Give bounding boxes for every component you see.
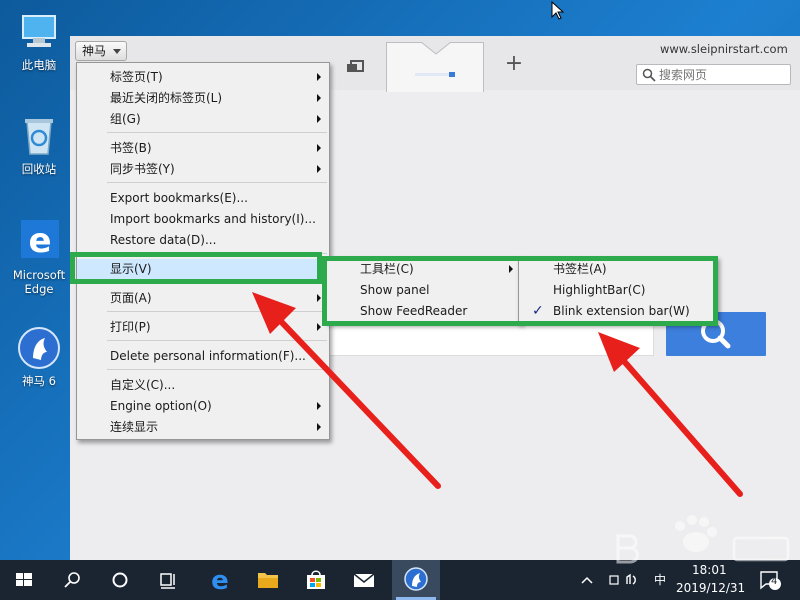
task-view-icon bbox=[160, 573, 175, 589]
clock-date[interactable]: 2019/12/31 bbox=[676, 581, 745, 595]
taskbar: e 中 18:01 2019/12/31 4 bbox=[0, 560, 800, 600]
taskbar-mail-button[interactable] bbox=[340, 560, 388, 600]
windows-logo-icon bbox=[16, 573, 32, 586]
mail-icon bbox=[353, 573, 375, 587]
notification-icon bbox=[760, 571, 781, 590]
search-icon bbox=[64, 572, 80, 588]
cortana-button[interactable] bbox=[96, 560, 144, 600]
notification-center-button[interactable]: 4 bbox=[758, 570, 782, 590]
taskbar-search-button[interactable] bbox=[48, 560, 96, 600]
clock-time[interactable]: 18:01 bbox=[692, 563, 727, 577]
task-view-button[interactable] bbox=[144, 560, 192, 600]
annotation-arrows bbox=[252, 292, 743, 497]
taskbar-sleipnir-button[interactable] bbox=[392, 560, 440, 600]
system-tray-icons bbox=[581, 573, 636, 585]
svg-text:e: e bbox=[211, 566, 229, 596]
taskbar-file-explorer-button[interactable] bbox=[244, 560, 292, 600]
sleipnir-icon bbox=[396, 567, 436, 600]
input-method-indicator[interactable]: 中 bbox=[654, 571, 666, 588]
red-arrow-icon bbox=[252, 292, 441, 489]
taskbar-store-button[interactable] bbox=[292, 560, 340, 600]
folder-icon bbox=[258, 573, 278, 588]
red-arrow-icon bbox=[598, 332, 743, 497]
store-bag-icon bbox=[307, 570, 325, 589]
start-button[interactable] bbox=[0, 560, 48, 600]
taskbar-edge-button[interactable]: e bbox=[196, 560, 244, 600]
notification-count-badge: 4 bbox=[771, 576, 778, 587]
edge-icon: e bbox=[211, 566, 229, 596]
cortana-circle-icon bbox=[112, 572, 128, 588]
